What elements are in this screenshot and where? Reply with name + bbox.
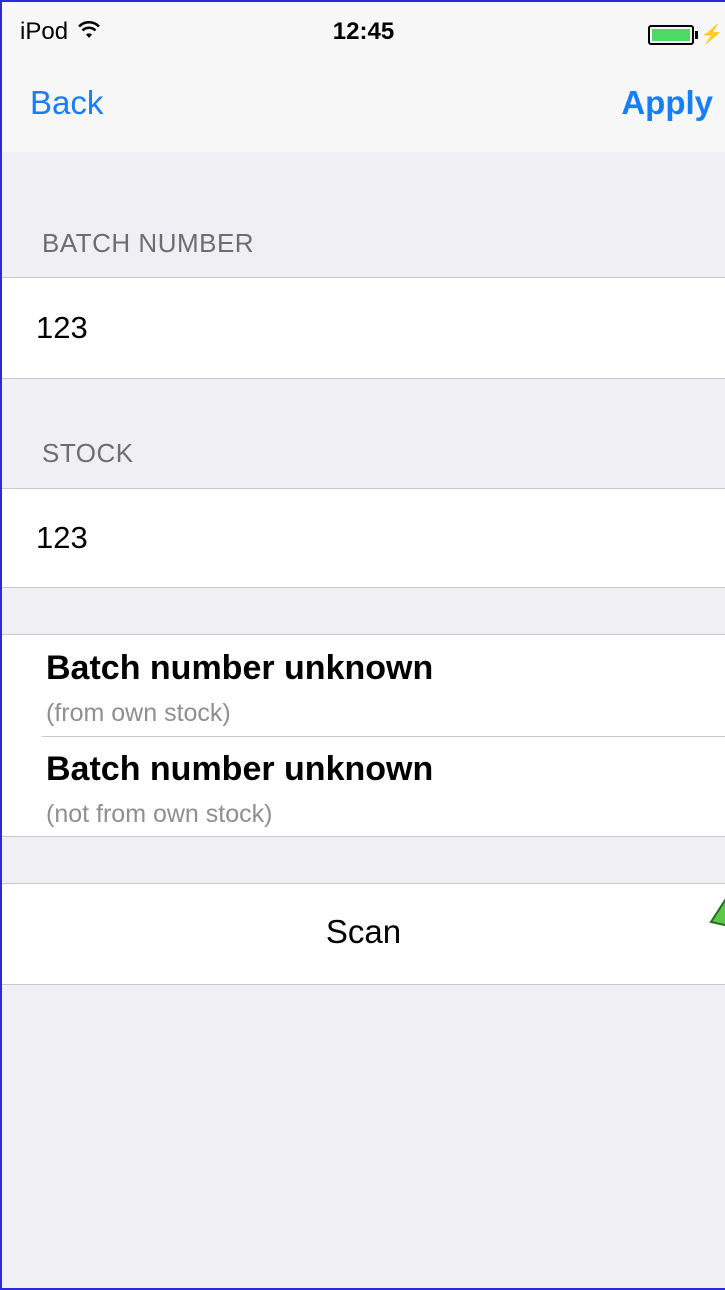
option-title: Batch number unknown [46, 750, 434, 788]
stock-header: STOCK [42, 438, 134, 468]
battery-icon: ⚡ [647, 24, 723, 45]
batch-number-header: BATCH NUMBER [42, 228, 255, 258]
top-bar: iPod 12:45 ⚡ Back Apply [2, 2, 725, 152]
batch-number-cell [2, 277, 725, 379]
scan-button[interactable]: Scan [2, 883, 725, 985]
stock-cell [2, 488, 725, 588]
status-bar: iPod 12:45 ⚡ [2, 2, 725, 62]
option-from-own-stock[interactable]: Batch number unknown (from own stock) [2, 635, 725, 736]
option-subtitle: (not from own stock) [46, 800, 273, 828]
pointer-arrow-icon [705, 892, 725, 937]
batch-number-input[interactable] [36, 278, 725, 378]
option-not-from-own-stock[interactable]: Batch number unknown (not from own stock… [2, 736, 725, 837]
back-button[interactable]: Back [30, 84, 103, 122]
option-title: Batch number unknown [46, 649, 434, 687]
options-group: Batch number unknown (from own stock) Ba… [2, 634, 725, 837]
scan-label: Scan [325, 913, 402, 950]
apply-button[interactable]: Apply [621, 84, 713, 122]
app-screen: iPod 12:45 ⚡ Back Apply BATCH NUMBER 123… [0, 0, 725, 1290]
status-time: 12:45 [332, 18, 395, 45]
charging-icon: ⚡ [700, 24, 723, 44]
option-subtitle: (from own stock) [46, 699, 231, 727]
stock-input[interactable] [36, 489, 725, 587]
